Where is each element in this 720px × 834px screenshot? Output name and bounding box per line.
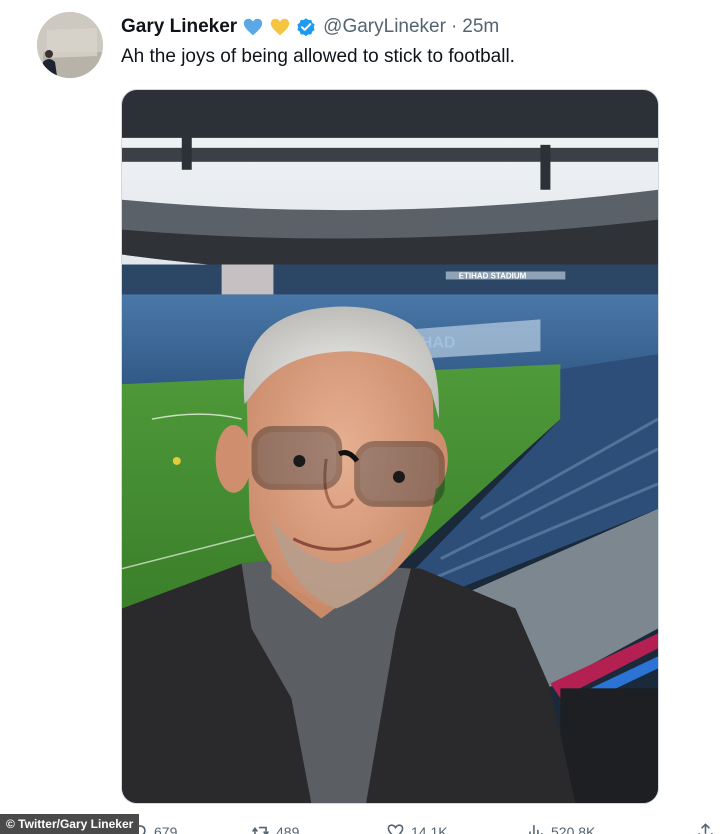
display-name[interactable]: Gary Lineker (121, 16, 237, 38)
like-count: 14.1K (411, 823, 448, 834)
like-button[interactable]: 14.1K (386, 822, 448, 834)
tweet-text: Ah the joys of being allowed to stick to… (121, 46, 515, 67)
tweet-actions: 679 489 14.1K 520.8K (121, 822, 720, 834)
handle[interactable]: @GaryLineker (323, 16, 446, 38)
blue-heart-icon (242, 16, 264, 38)
retweet-button[interactable]: 489 (251, 822, 299, 834)
separator-dot: · (450, 16, 458, 37)
views-count: 520.8K (551, 823, 596, 834)
tweet-photo[interactable]: ETIHAD STADIUM HAD (121, 89, 659, 804)
views-button[interactable]: 520.8K (526, 822, 595, 834)
avatar[interactable] (37, 12, 103, 78)
image-credit: © Twitter/Gary Lineker (0, 814, 140, 834)
reply-count: 679 (154, 823, 178, 834)
tweet-header: Gary Lineker @GaryLineker · 25m (121, 14, 499, 40)
views-chart-icon (526, 822, 545, 834)
verified-badge-icon (295, 16, 317, 38)
stadium-sign: ETIHAD STADIUM (459, 271, 527, 280)
yellow-heart-icon (269, 16, 291, 38)
stadium-selfie-image: ETIHAD STADIUM HAD (122, 90, 658, 803)
timestamp[interactable]: 25m (462, 16, 499, 38)
share-icon (696, 822, 715, 834)
avatar-image (37, 12, 103, 78)
retweet-icon (251, 822, 270, 834)
heart-icon (386, 822, 405, 834)
share-button[interactable] (696, 822, 715, 834)
tweet[interactable]: Gary Lineker @GaryLineker · 25m Ah the j… (0, 0, 720, 834)
retweet-count: 489 (276, 823, 300, 834)
